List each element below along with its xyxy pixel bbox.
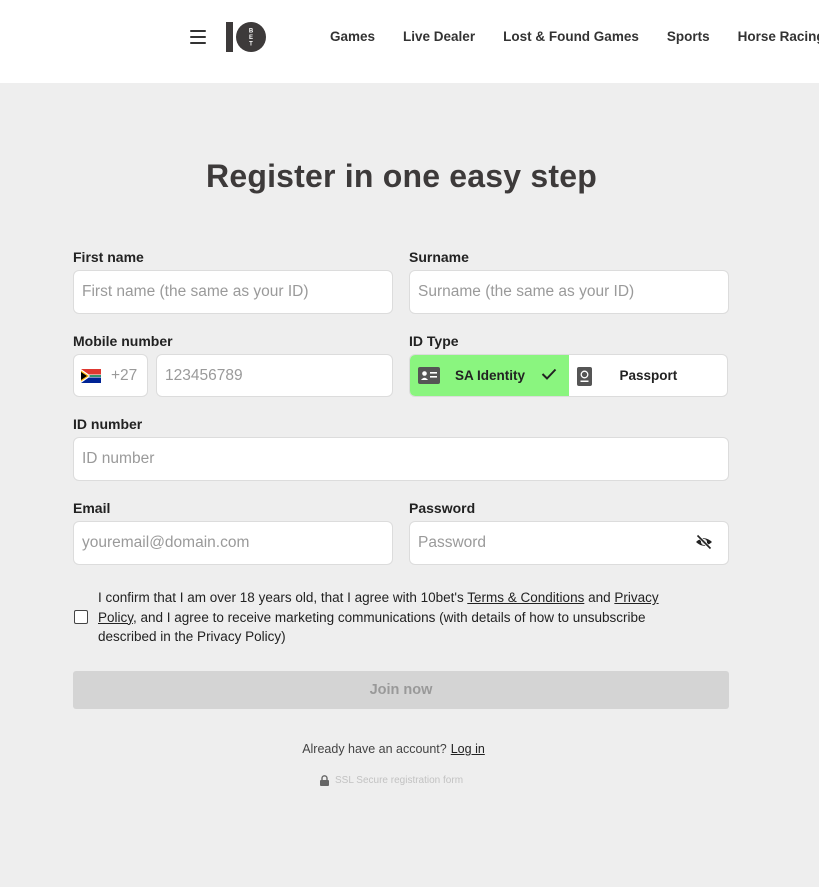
first-name-label: First name xyxy=(73,249,144,265)
consent-text-part-1: I confirm that I am over 18 years old, t… xyxy=(98,590,468,605)
id-card-icon xyxy=(418,367,440,384)
country-code-text: +27 xyxy=(111,366,138,384)
id-type-sa-identity-option[interactable]: SA Identity xyxy=(410,355,569,396)
ssl-text: SSL Secure registration form xyxy=(335,775,464,786)
first-name-input[interactable] xyxy=(73,270,393,314)
lock-icon xyxy=(320,775,329,786)
id-type-passport-label: Passport xyxy=(619,368,678,383)
id-type-passport-option[interactable]: Passport xyxy=(569,355,728,396)
ssl-notice: SSL Secure registration form xyxy=(320,775,463,786)
svg-text:E: E xyxy=(249,35,253,41)
svg-text:T: T xyxy=(249,42,253,48)
email-input[interactable] xyxy=(73,521,393,565)
menu-icon[interactable] xyxy=(190,30,206,44)
password-input[interactable] xyxy=(409,521,729,565)
toggle-password-visibility-icon[interactable] xyxy=(695,533,713,551)
passport-icon xyxy=(576,367,592,386)
mobile-label: Mobile number xyxy=(73,333,173,349)
svg-text:B: B xyxy=(249,29,254,35)
nav-sports[interactable]: Sports xyxy=(667,29,710,44)
brand-logo[interactable]: B E T xyxy=(226,22,268,52)
id-type-sa-identity-label: SA Identity xyxy=(455,368,526,383)
checkmark-icon xyxy=(541,368,556,380)
id-type-toggle: SA Identity Passport xyxy=(409,354,728,397)
password-label: Password xyxy=(409,500,476,516)
country-code-select[interactable]: +27 xyxy=(73,354,148,397)
terms-conditions-link[interactable]: Terms & Conditions xyxy=(467,590,584,605)
page-title: Register in one easy step xyxy=(206,158,597,194)
site-header: B E T Games Live Dealer Lost & Found Gam… xyxy=(0,0,819,83)
login-link[interactable]: Log in xyxy=(451,742,485,756)
id-type-label: ID Type xyxy=(409,333,459,349)
consent-checkbox[interactable] xyxy=(74,610,88,624)
nav-lost-found-games[interactable]: Lost & Found Games xyxy=(503,29,639,44)
consent-text-part-2: and xyxy=(584,590,615,605)
id-number-input[interactable] xyxy=(73,437,729,481)
email-label: Email xyxy=(73,500,111,516)
join-now-button[interactable]: Join now xyxy=(73,671,729,709)
nav-games[interactable]: Games xyxy=(330,29,375,44)
login-prompt: Already have an account? Log in xyxy=(0,742,787,756)
consent-text: I confirm that I am over 18 years old, t… xyxy=(98,588,698,647)
south-africa-flag-icon xyxy=(81,368,101,383)
login-prompt-text: Already have an account? xyxy=(302,742,447,756)
main-nav: Games Live Dealer Lost & Found Games Spo… xyxy=(330,29,819,44)
consent-text-part-3: , and I agree to receive marketing commu… xyxy=(98,609,646,645)
id-number-label: ID number xyxy=(73,416,143,432)
nav-horse-racing[interactable]: Horse Racing xyxy=(738,29,819,44)
nav-live-dealer[interactable]: Live Dealer xyxy=(403,29,475,44)
surname-input[interactable] xyxy=(409,270,729,314)
surname-label: Surname xyxy=(409,249,469,265)
mobile-number-input[interactable] xyxy=(156,354,393,397)
